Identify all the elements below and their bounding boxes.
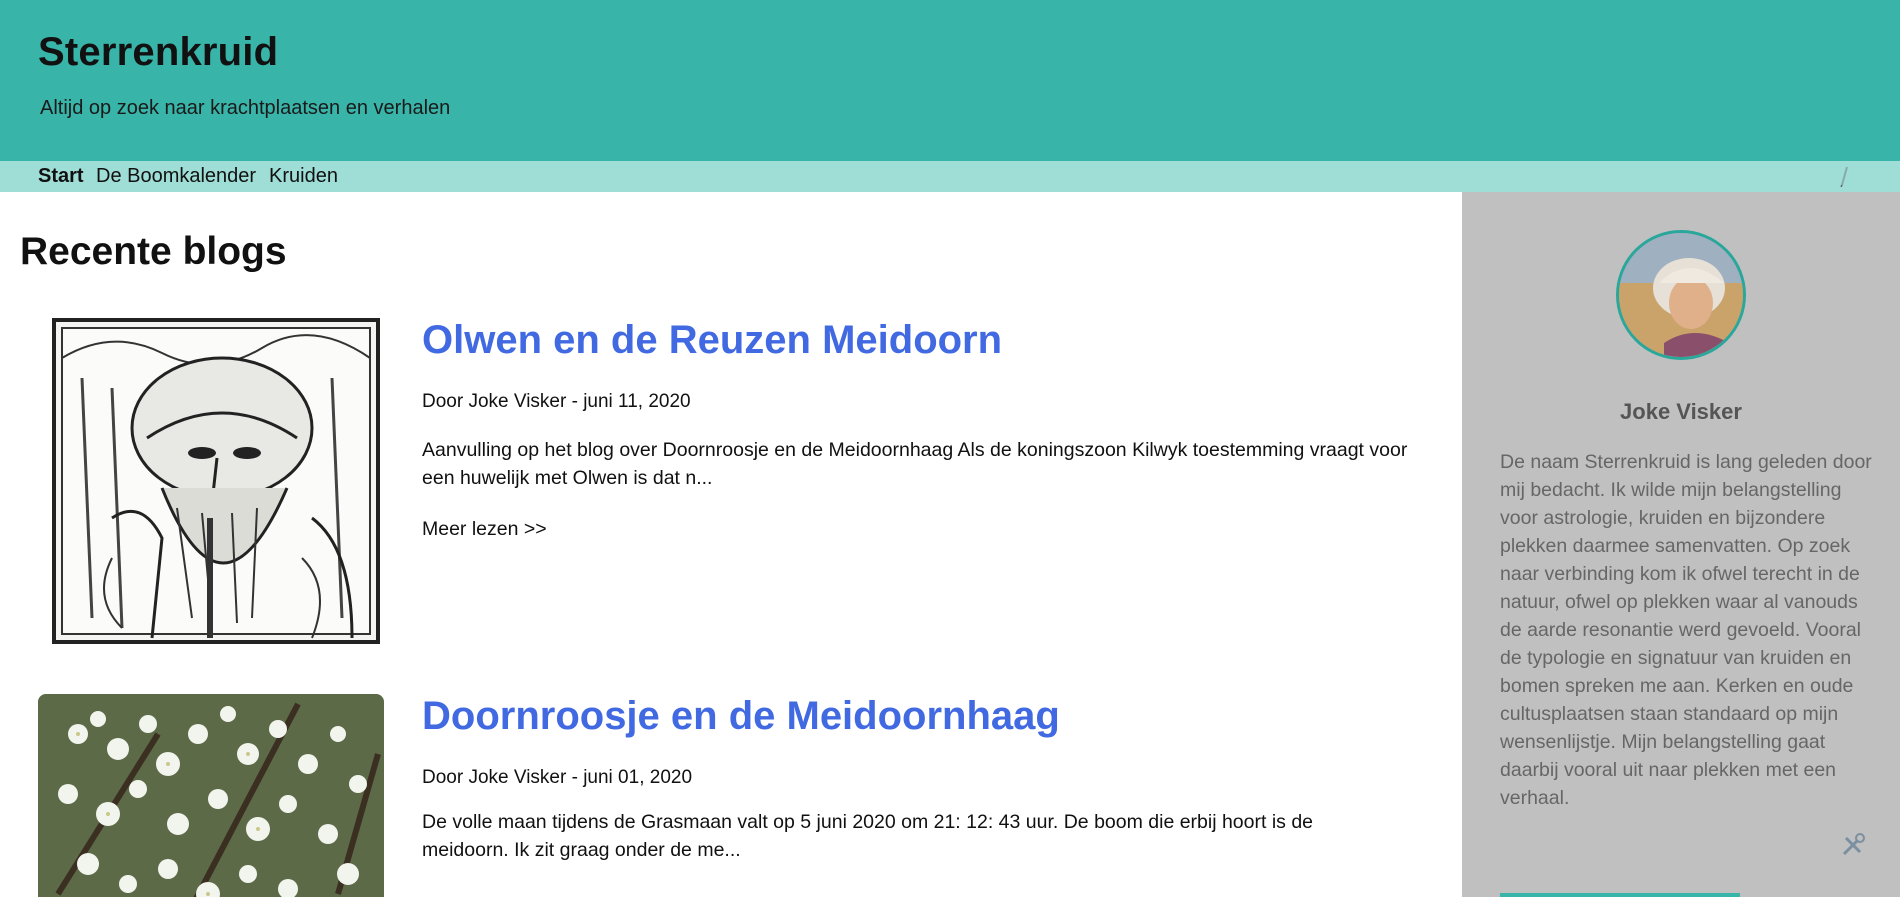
sidebar-accent-bar [1500, 893, 1740, 897]
site-title[interactable]: Sterrenkruid [38, 30, 278, 75]
read-more-link[interactable]: Meer lezen >> [422, 518, 547, 541]
main-content: Recente blogs Olwen en de Reuzen Meidoor… [0, 192, 1462, 897]
main-nav: Start De Boomkalender Kruiden [0, 161, 1900, 192]
post-excerpt: De volle maan tijdens de Grasmaan valt o… [422, 811, 1314, 861]
nav-item-start[interactable]: Start [38, 165, 84, 188]
author-avatar[interactable] [1616, 230, 1746, 360]
post-meta: Door Joke Visker - juni 01, 2020 [422, 767, 693, 788]
tools-icon[interactable] [1840, 832, 1866, 858]
author-bio: De naam Sterrenkruid is lang geleden doo… [1500, 451, 1872, 809]
section-title: Recente blogs [20, 230, 287, 273]
post-title[interactable]: Olwen en de Reuzen Meidoorn [422, 318, 1002, 363]
post-thumbnail-blossom[interactable] [38, 694, 384, 897]
post-excerpt: Aanvulling op het blog over Doornroosje … [422, 439, 1408, 489]
nav-item-kruiden[interactable]: Kruiden [269, 165, 338, 188]
author-name: Joke Visker [1620, 399, 1742, 424]
post-thumbnail-woodcut[interactable] [52, 318, 380, 648]
nav-item-boomkalender[interactable]: De Boomkalender [96, 165, 256, 188]
site-header: Sterrenkruid Altijd op zoek naar krachtp… [0, 0, 1900, 161]
blog-post: Doornroosje en de Meidoornhaag Door Joke… [0, 694, 1462, 897]
site-tagline: Altijd op zoek naar krachtplaatsen en ve… [40, 97, 451, 119]
pencil-icon[interactable] [1838, 165, 1850, 187]
sidebar: Joke Visker De naam Sterrenkruid is lang… [1462, 192, 1900, 897]
post-meta: Door Joke Visker - juni 11, 2020 [422, 391, 691, 412]
post-title[interactable]: Doornroosje en de Meidoornhaag [422, 694, 1060, 739]
